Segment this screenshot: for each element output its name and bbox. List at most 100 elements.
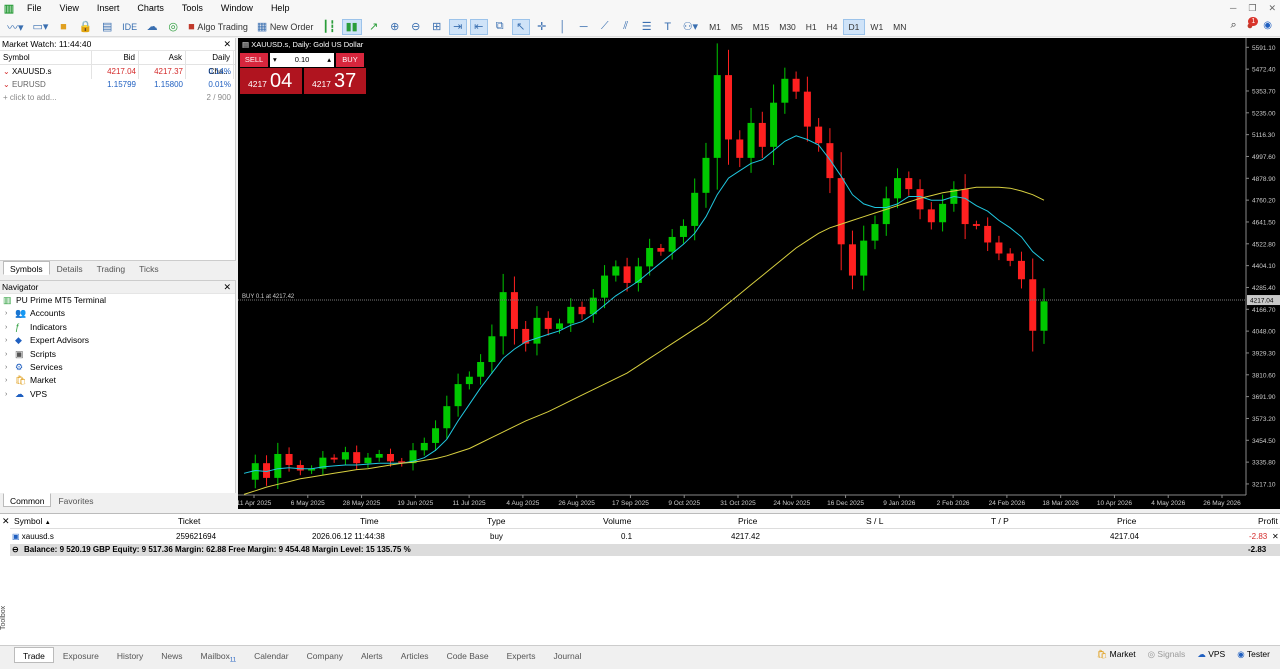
search-icon[interactable]: ⌕ — [1230, 19, 1236, 32]
volume-up-icon[interactable]: ▴ — [327, 53, 331, 67]
bars-button[interactable]: ┃┇ — [319, 19, 338, 35]
menu-file[interactable]: File — [18, 0, 51, 17]
tab-code-base[interactable]: Code Base — [438, 647, 498, 663]
chart-canvas[interactable]: 5591.10 5472.40 5353.70 5235.00 5116.30 4997.… — [238, 38, 1280, 509]
tab-journal[interactable]: Journal — [544, 647, 590, 663]
col-tp[interactable]: T / P — [991, 514, 1009, 529]
col-profit[interactable]: Profit — [1258, 514, 1278, 529]
market-watch-row[interactable]: ⌄ EURUSD 1.15799 1.15800 0.01% — [0, 78, 235, 91]
menu-view[interactable]: View — [51, 0, 88, 17]
expand-icon[interactable]: › — [5, 334, 7, 347]
close-icon[interactable]: ✕ — [223, 281, 231, 294]
status-signals[interactable]: ◎ Signals — [1148, 647, 1186, 662]
status-vps[interactable]: ☁ VPS — [1197, 647, 1225, 662]
signals-toolbar-button[interactable]: ◎ — [164, 19, 182, 35]
timeframe-mn[interactable]: MN — [888, 19, 911, 35]
buy-price[interactable]: 4217 37 — [304, 68, 366, 94]
tab-experts[interactable]: Experts — [498, 647, 545, 663]
account-icon[interactable]: ◉ — [1263, 20, 1272, 31]
cursor-button[interactable]: ↖ — [511, 18, 530, 35]
restore-icon[interactable]: ❐ — [1248, 0, 1256, 17]
tab-alerts[interactable]: Alerts — [352, 647, 392, 663]
expand-icon[interactable]: › — [5, 321, 7, 334]
tab-calendar[interactable]: Calendar — [245, 647, 298, 663]
expand-icon[interactable]: › — [5, 361, 7, 374]
timeframe-m15[interactable]: M15 — [748, 19, 775, 35]
menu-insert[interactable]: Insert — [88, 0, 129, 17]
menu-tools[interactable]: Tools — [173, 0, 212, 17]
nav-vps[interactable]: › ☁ VPS — [0, 388, 235, 401]
sell-price[interactable]: 4217 04 — [240, 68, 302, 94]
tab-common[interactable]: Common — [3, 493, 52, 507]
line-chart-button[interactable]: ↗ — [365, 19, 383, 35]
tab-exposure[interactable]: Exposure — [54, 647, 108, 663]
tab-mailbox[interactable]: Mailbox11 — [192, 647, 246, 664]
col-price[interactable]: Price — [738, 514, 757, 529]
tab-history[interactable]: History — [108, 647, 152, 663]
nav-indicators[interactable]: › ƒ Indicators — [0, 321, 235, 334]
volume-down-icon[interactable]: ▾ — [273, 53, 277, 67]
chart-shift-button[interactable]: ⇤ — [469, 18, 488, 35]
lock-button[interactable]: 🔒 — [75, 19, 95, 35]
buy-button[interactable]: BUY — [336, 53, 364, 67]
channel-button[interactable]: ⫽ — [617, 19, 635, 35]
chart-type-button[interactable]: 〰▾ — [4, 19, 27, 35]
nav-services[interactable]: › ⚙ Services — [0, 361, 235, 374]
zoom-in-button[interactable]: ⊕ — [386, 19, 404, 35]
close-icon[interactable]: ✕ — [223, 38, 231, 51]
profiles-button[interactable]: ■ — [54, 19, 72, 35]
close-position-icon[interactable]: ✕ — [1272, 530, 1279, 543]
tab-details[interactable]: Details — [50, 261, 90, 275]
shapes-button[interactable]: ⚇▾ — [680, 19, 701, 35]
market-watch-row[interactable]: ⌄ XAUUSD.s 4217.04 4217.37 0.14% — [0, 65, 235, 78]
vertical-line-button[interactable]: │ — [554, 19, 572, 35]
tab-symbols[interactable]: Symbols — [3, 261, 50, 275]
menu-help[interactable]: Help — [262, 0, 299, 17]
screenshot-button[interactable]: ⧉ — [491, 19, 509, 35]
tab-favorites[interactable]: Favorites — [51, 493, 100, 507]
expand-icon[interactable]: › — [5, 348, 7, 361]
sell-button[interactable]: SELL — [240, 53, 268, 67]
cloud-button[interactable]: ☁ — [143, 19, 161, 35]
timeframe-w1[interactable]: W1 — [865, 19, 888, 35]
tab-articles[interactable]: Articles — [392, 647, 438, 663]
tab-news[interactable]: News — [152, 647, 191, 663]
nav-market[interactable]: › 🛍 Market — [0, 374, 235, 387]
col-ticket[interactable]: Ticket — [178, 514, 200, 529]
timeframe-h4[interactable]: H4 — [822, 19, 843, 35]
table-row[interactable]: ▣ xauusd.s 259621694 2026.06.12 11:44:38… — [10, 530, 1280, 543]
zoom-out-button[interactable]: ⊖ — [407, 19, 425, 35]
menu-window[interactable]: Window — [212, 0, 262, 17]
toolbox-side-label[interactable]: Toolbox — [0, 606, 7, 630]
chart-menu-icon[interactable]: ▤ — [242, 40, 249, 49]
new-chart-button[interactable]: ▭▾ — [30, 19, 52, 35]
nav-scripts[interactable]: › ▣ Scripts — [0, 348, 235, 361]
close-icon[interactable]: ✕ — [2, 516, 10, 527]
algo-trading-button[interactable]: ■ Algo Trading — [185, 19, 251, 35]
menu-charts[interactable]: Charts — [128, 0, 173, 17]
tab-ticks[interactable]: Ticks — [132, 261, 166, 275]
tab-trading[interactable]: Trading — [90, 261, 133, 275]
notifications-button[interactable]: ● 1 — [1247, 16, 1259, 32]
expand-icon[interactable]: › — [5, 374, 7, 387]
col-type[interactable]: Type — [487, 514, 505, 529]
close-icon[interactable]: ✕ — [1268, 0, 1276, 17]
ide-button[interactable]: IDE — [119, 19, 140, 35]
timeframe-d1[interactable]: D1 — [842, 18, 866, 35]
timeframe-m5[interactable]: M5 — [726, 19, 748, 35]
timeframe-m30[interactable]: M30 — [774, 19, 801, 35]
col-volume[interactable]: Volume — [603, 514, 631, 529]
expand-icon[interactable]: › — [5, 307, 7, 320]
minimize-icon[interactable]: ─ — [1230, 0, 1236, 17]
history-button[interactable]: ▤ — [98, 19, 116, 35]
col-current-price[interactable]: Price — [1117, 514, 1136, 529]
new-order-button[interactable]: ▦ New Order — [254, 19, 316, 35]
col-sl[interactable]: S / L — [866, 514, 883, 529]
tab-company[interactable]: Company — [298, 647, 352, 663]
nav-accounts[interactable]: › 👥 Accounts — [0, 307, 235, 320]
nav-expert-advisors[interactable]: › ◆ Expert Advisors — [0, 334, 235, 347]
col-time[interactable]: Time — [360, 514, 379, 529]
tab-trade[interactable]: Trade — [14, 647, 54, 663]
candles-button[interactable]: ▮▮ — [341, 18, 362, 35]
fibonacci-button[interactable]: ☰ — [638, 19, 656, 35]
